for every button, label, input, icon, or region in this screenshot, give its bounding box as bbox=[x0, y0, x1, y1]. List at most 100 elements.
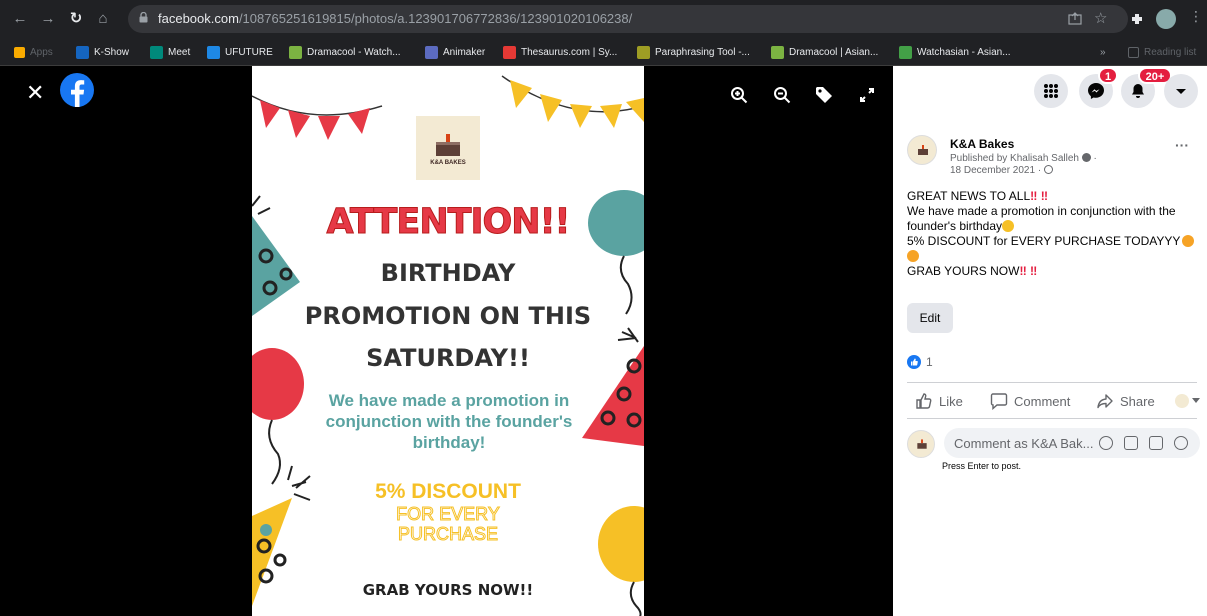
bookmark-watchasian[interactable]: Watchasian - Asian... bbox=[899, 44, 1011, 60]
account-button[interactable] bbox=[1164, 74, 1198, 108]
help-icon[interactable] bbox=[1081, 153, 1091, 162]
globe-icon bbox=[1043, 165, 1053, 174]
gif-icon[interactable] bbox=[1149, 436, 1163, 450]
edit-button[interactable]: Edit bbox=[907, 303, 953, 333]
extensions-icon[interactable] bbox=[1129, 11, 1145, 27]
comment-input[interactable]: Comment as K&A Bak... bbox=[944, 428, 1200, 458]
divider bbox=[907, 418, 1197, 419]
post-line-3: 5% DISCOUNT for EVERY PURCHASE TODAYYY bbox=[907, 234, 1197, 264]
bakery-logo: K&A BAKES bbox=[416, 116, 480, 180]
bookmark-dramacool[interactable]: Dramacool - Watch... bbox=[289, 44, 401, 60]
bookmark-kshow[interactable]: K-Show bbox=[76, 44, 129, 60]
published-by: Published by Khalisah Salleh · bbox=[950, 153, 1097, 164]
url-path: /108765251619815/photos/a.12390170677283… bbox=[238, 11, 633, 26]
ufuture-favicon bbox=[207, 45, 220, 59]
browser-menu-icon[interactable]: ⋮ bbox=[1189, 8, 1203, 25]
facebook-logo-icon[interactable] bbox=[60, 73, 94, 107]
url-host: facebook.com bbox=[158, 11, 239, 26]
promotion-poster: K&A BAKES ATTENTION!! BIRTHDAY PROMOTION… bbox=[252, 66, 644, 616]
like-label: Like bbox=[939, 393, 963, 409]
post-line-1: GREAT NEWS TO ALL‼ ‼ bbox=[907, 189, 1197, 204]
messenger-badge: 1 bbox=[1098, 67, 1118, 84]
post-line-4-text: GRAB YOURS NOW bbox=[907, 264, 1020, 278]
apps-grid-icon bbox=[14, 46, 25, 58]
post-date[interactable]: 18 December 2021 · bbox=[950, 165, 1053, 176]
bookmarks-bar: Apps K-Show Meet UFUTURE Dramacool - Wat… bbox=[0, 38, 1207, 66]
bookmark-label: Dramacool - Watch... bbox=[307, 46, 401, 58]
poster-discount-sub1: FOR EVERY bbox=[396, 504, 501, 525]
poster-heading: ATTENTION!! bbox=[326, 202, 571, 243]
post-line-2: We have made a promotion in conjunction … bbox=[907, 204, 1197, 234]
url-text: facebook.com/108765251619815/photos/a.12… bbox=[158, 11, 632, 26]
bookmark-apps[interactable]: Apps bbox=[14, 44, 53, 60]
bookmark-label: K-Show bbox=[94, 46, 130, 58]
comment-hint: Press Enter to post. bbox=[942, 461, 1022, 471]
poster-line-1: BIRTHDAY bbox=[380, 259, 516, 287]
sticker-icon[interactable] bbox=[1174, 436, 1188, 450]
share-button[interactable]: Share bbox=[1096, 392, 1155, 410]
post-line-2-text: We have made a promotion in conjunction … bbox=[907, 204, 1176, 233]
forward-icon[interactable]: → bbox=[38, 9, 58, 29]
close-icon[interactable]: ✕ bbox=[26, 80, 44, 106]
cake-icon bbox=[917, 439, 927, 449]
bookmark-label: UFUTURE bbox=[225, 46, 273, 58]
bookmark-label: Meet bbox=[168, 46, 191, 58]
bookmark-ufuture[interactable]: UFUTURE bbox=[207, 44, 273, 60]
bell-icon bbox=[1132, 84, 1144, 98]
cake-icon bbox=[918, 145, 928, 155]
dramacool-favicon bbox=[289, 45, 302, 59]
share-page-icon[interactable] bbox=[1068, 12, 1082, 26]
bookmark-label: Animaker bbox=[443, 46, 486, 58]
like-reaction-icon bbox=[907, 355, 921, 369]
comment-placeholder: Comment as K&A Bak... bbox=[954, 436, 1094, 451]
page-avatar[interactable] bbox=[907, 135, 937, 165]
cake-icon bbox=[436, 134, 460, 156]
bookmark-meet[interactable]: Meet bbox=[150, 44, 190, 60]
like-button[interactable]: Like bbox=[915, 392, 963, 410]
commenter-avatar[interactable] bbox=[907, 430, 935, 458]
tag-icon[interactable] bbox=[815, 86, 833, 109]
fullscreen-icon[interactable] bbox=[860, 88, 874, 107]
post-line-1-text: GREAT NEWS TO ALL bbox=[907, 189, 1031, 203]
home-icon[interactable]: ⌂ bbox=[93, 9, 113, 29]
post-line-4: GRAB YOURS NOW‼ ‼ bbox=[907, 264, 1197, 279]
bookmark-dramacool-asian[interactable]: Dramacool | Asian... bbox=[771, 44, 878, 60]
emoji-icon[interactable] bbox=[1099, 436, 1113, 450]
address-bar[interactable]: facebook.com/108765251619815/photos/a.12… bbox=[128, 5, 1128, 33]
post-as-selector[interactable] bbox=[1175, 394, 1200, 408]
comment-icon bbox=[990, 393, 1008, 410]
bookmark-star-icon[interactable]: ☆ bbox=[1094, 9, 1107, 27]
bookmark-paraphrasing[interactable]: Paraphrasing Tool -... bbox=[637, 44, 750, 60]
zoom-in-icon[interactable] bbox=[730, 86, 748, 109]
bookmarks-overflow[interactable]: » bbox=[1100, 44, 1106, 60]
reading-list-icon bbox=[1128, 46, 1139, 58]
kshow-favicon bbox=[76, 45, 89, 59]
reaction-summary[interactable]: 1 bbox=[907, 355, 933, 369]
meet-favicon bbox=[150, 45, 163, 59]
reload-icon[interactable]: ↻ bbox=[66, 9, 86, 29]
bookmark-label: Apps bbox=[30, 46, 53, 58]
back-icon[interactable]: ← bbox=[10, 9, 30, 29]
double-exclamation-emoji: ‼ ‼ bbox=[1019, 264, 1038, 278]
reading-list[interactable]: Reading list bbox=[1128, 44, 1196, 60]
caret-down-icon bbox=[1176, 89, 1186, 94]
watchasian-favicon bbox=[899, 45, 912, 59]
comment-button[interactable]: Comment bbox=[990, 392, 1070, 410]
poster-discount-sub2: PURCHASE bbox=[397, 524, 499, 545]
page-name[interactable]: K&A Bakes bbox=[950, 137, 1014, 151]
bookmark-animaker[interactable]: Animaker bbox=[425, 44, 485, 60]
bookmark-thesaurus[interactable]: Thesaurus.com | Sy... bbox=[503, 44, 617, 60]
poster-line-2: PROMOTION ON THIS bbox=[304, 302, 592, 330]
post-text: GREAT NEWS TO ALL‼ ‼ We have made a prom… bbox=[907, 189, 1197, 279]
photo-viewer: ✕ K&A BAKES ATTENTION!! BIRTHDAY PROMOTI… bbox=[0, 66, 893, 616]
heart-eyes-emoji bbox=[1182, 235, 1195, 247]
zoom-out-icon[interactable] bbox=[773, 86, 791, 109]
profile-avatar[interactable] bbox=[1156, 9, 1176, 29]
logo-text: K&A BAKES bbox=[430, 160, 466, 166]
share-label: Share bbox=[1120, 393, 1155, 409]
menu-grid-button[interactable] bbox=[1034, 74, 1068, 108]
animaker-favicon bbox=[425, 45, 438, 59]
post-options-icon[interactable]: ··· bbox=[1175, 137, 1189, 153]
camera-icon[interactable] bbox=[1124, 436, 1138, 450]
divider bbox=[907, 382, 1197, 383]
